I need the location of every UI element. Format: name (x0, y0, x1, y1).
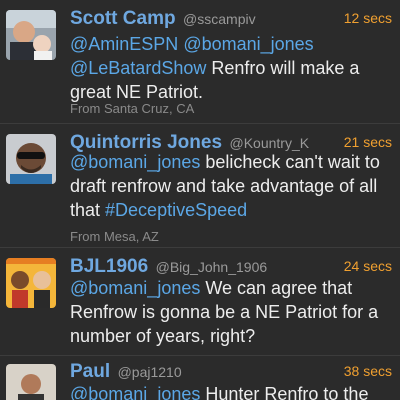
user-name[interactable]: Paul (70, 361, 110, 382)
user-name[interactable]: Scott Camp (70, 8, 176, 29)
mention-link[interactable]: @bomani_jones (70, 278, 200, 298)
tweet-text: @AminESPN @bomani_jones @LeBatardShow Re… (70, 32, 390, 104)
user-handle[interactable]: @Big_John_1906 (156, 259, 268, 275)
mention-link[interactable]: @bomani_jones (183, 34, 313, 54)
avatar-image-quintorris-jones (6, 134, 56, 184)
user-name[interactable]: BJL1906 (70, 256, 148, 277)
mention-link[interactable]: @bomani_jones (70, 384, 200, 400)
user-handle[interactable]: @paj1210 (118, 364, 182, 380)
avatar[interactable] (6, 258, 56, 308)
avatar[interactable] (6, 10, 56, 60)
tweet-header: Scott Camp @sscampiv 12 secs (70, 8, 392, 32)
mention-link[interactable]: @AminESPN (70, 34, 178, 54)
avatar-image-paul (6, 364, 56, 400)
mention-link[interactable]: @LeBatardShow (70, 58, 206, 78)
tweet-item[interactable]: Scott Camp @sscampiv 12 secs @AminESPN @… (0, 0, 400, 124)
tweet-item[interactable]: Paul @paj1210 38 secs @bomani_jones Hunt… (0, 356, 400, 400)
tweet-text: @bomani_jones We can agree that Renfrow … (70, 276, 390, 348)
tweet-text: @bomani_jones Hunter Renfro to the (70, 382, 390, 400)
tweet-location: From Mesa, AZ (70, 229, 159, 244)
tweet-time: 24 secs (343, 258, 392, 274)
mention-link[interactable]: @bomani_jones (70, 152, 200, 172)
avatar[interactable] (6, 134, 56, 184)
avatar[interactable] (6, 364, 56, 400)
avatar-image-scott-camp (6, 10, 56, 60)
tweet-item[interactable]: Quintorris Jones @Kountry_K 21 secs @bom… (0, 124, 400, 248)
tweet-item[interactable]: BJL1906 @Big_John_1906 24 secs @bomani_j… (0, 248, 400, 356)
tweet-feed[interactable]: Scott Camp @sscampiv 12 secs @AminESPN @… (0, 0, 400, 400)
tweet-location: From Santa Cruz, CA (70, 101, 195, 116)
user-handle[interactable]: @Kountry_K (229, 135, 309, 151)
tweet-time: 38 secs (343, 363, 392, 379)
tweet-time: 21 secs (343, 134, 392, 150)
user-handle[interactable]: @sscampiv (183, 11, 256, 27)
hashtag-link[interactable]: #DeceptiveSpeed (105, 200, 247, 220)
tweet-text: @bomani_jones belicheck can't wait to dr… (70, 150, 390, 222)
avatar-image-bjl1906 (6, 258, 56, 308)
text-segment: Hunter Renfro to the (200, 384, 369, 400)
tweet-time: 12 secs (343, 10, 392, 26)
